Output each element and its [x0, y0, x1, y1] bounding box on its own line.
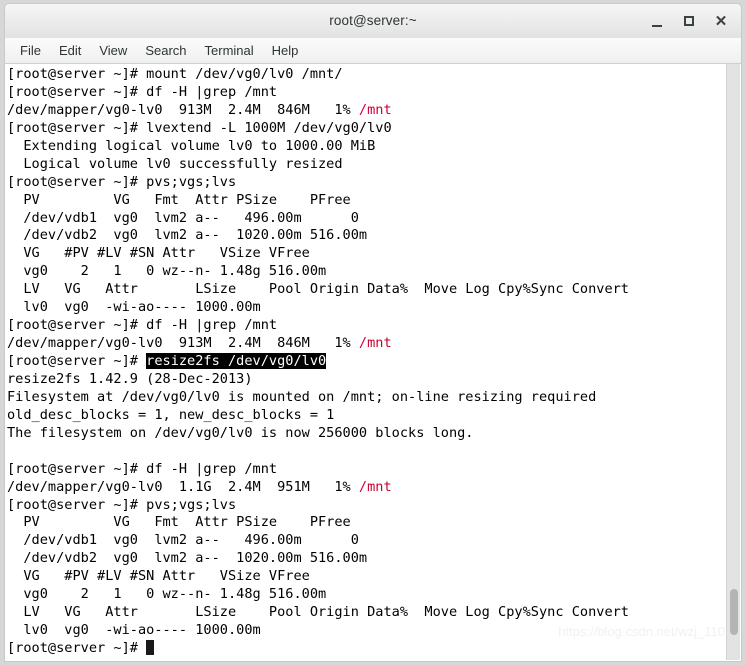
terminal-output-line: resize2fs 1.42.9 (28-Dec-2013)	[7, 370, 253, 387]
mount-point-highlight: /mnt	[358, 101, 392, 118]
terminal-output-line: VG #PV #LV #SN Attr VSize VFree	[7, 245, 310, 262]
text-cursor	[146, 640, 155, 655]
menu-item-search[interactable]: Search	[136, 41, 195, 60]
terminal-command-line: [root@server ~]# df -H |grep /mnt	[7, 317, 278, 334]
terminal-output-line: Filesystem at /dev/vg0/lv0 is mounted on…	[7, 388, 597, 405]
menu-item-help[interactable]: Help	[263, 41, 308, 60]
terminal-command-line: [root@server ~]# mount /dev/vg0/lv0 /mnt…	[7, 66, 343, 82]
menu-item-file[interactable]: File	[11, 41, 50, 60]
terminal-output-line: Extending logical volume lv0 to 1000.00 …	[7, 137, 376, 154]
menu-item-edit[interactable]: Edit	[50, 41, 90, 60]
menu-bar: File Edit View Search Terminal Help	[4, 38, 742, 64]
terminal-active-prompt: [root@server ~]#	[7, 640, 727, 658]
terminal-screen[interactable]: [root@server ~]# mount /dev/vg0/lv0 /mnt…	[5, 64, 727, 661]
terminal-command-line: [root@server ~]# pvs;vgs;lvs	[7, 173, 237, 190]
terminal-output-line: PV VG Fmt Attr PSize PFree	[7, 191, 351, 208]
maximize-icon[interactable]	[681, 14, 697, 30]
terminal-output-line: /dev/mapper/vg0-lv0 913M 2.4M 846M 1% /m…	[7, 101, 392, 118]
terminal-output-line: PV VG Fmt Attr PSize PFree	[7, 514, 351, 531]
mount-point-highlight: /mnt	[358, 478, 392, 495]
terminal-command-line: [root@server ~]# lvextend -L 1000M /dev/…	[7, 119, 392, 136]
close-glyph: ✕	[714, 13, 728, 30]
terminal-output-line: The filesystem on /dev/vg0/lv0 is now 25…	[7, 424, 474, 441]
terminal-output-line: /dev/vdb1 vg0 lvm2 a-- 496.00m 0	[7, 209, 359, 226]
terminal-output-line: /dev/vdb2 vg0 lvm2 a-- 1020.00m 516.00m	[7, 227, 368, 244]
terminal-output-line: old_desc_blocks = 1, new_desc_blocks = 1	[7, 406, 335, 423]
title-bar: root@server:~ ✕	[4, 3, 742, 38]
minimize-glyph	[652, 25, 662, 27]
minimize-icon[interactable]	[649, 14, 665, 30]
terminal-output-line: lv0 vg0 -wi-ao---- 1000.00m	[7, 299, 261, 316]
terminal-output-line: LV VG Attr LSize Pool Origin Data% Move …	[7, 281, 629, 298]
close-icon[interactable]: ✕	[713, 14, 729, 30]
menu-item-terminal[interactable]: Terminal	[196, 41, 263, 60]
window-title: root@server:~	[329, 13, 417, 28]
terminal-output-line: Logical volume lv0 successfully resized	[7, 155, 343, 172]
mount-point-highlight: /mnt	[358, 335, 392, 352]
maximize-glyph	[684, 16, 694, 26]
terminal-output-line: VG #PV #LV #SN Attr VSize VFree	[7, 568, 310, 585]
terminal-command-line: [root@server ~]# pvs;vgs;lvs	[7, 496, 237, 513]
terminal-output-line: vg0 2 1 0 wz--n- 1.48g 516.00m	[7, 263, 327, 280]
terminal-body[interactable]: [root@server ~]# mount /dev/vg0/lv0 /mnt…	[4, 64, 742, 662]
selected-text: resize2fs /dev/vg0/lv0	[146, 353, 327, 369]
scrollbar-thumb[interactable]	[730, 589, 738, 635]
terminal-output-line: /dev/mapper/vg0-lv0 913M 2.4M 846M 1% /m…	[7, 335, 392, 352]
terminal-window: root@server:~ ✕ File Edit View Search Te…	[0, 0, 746, 665]
terminal-output-line: vg0 2 1 0 wz--n- 1.48g 516.00m	[7, 586, 327, 603]
terminal-output-line: /dev/vdb1 vg0 lvm2 a-- 496.00m 0	[7, 532, 359, 549]
terminal-output-line: /dev/vdb2 vg0 lvm2 a-- 1020.00m 516.00m	[7, 550, 368, 567]
terminal-output-line: LV VG Attr LSize Pool Origin Data% Move …	[7, 604, 629, 621]
menu-item-view[interactable]: View	[90, 41, 136, 60]
terminal-command-line-selected: [root@server ~]# resize2fs /dev/vg0/lv0	[7, 353, 327, 369]
terminal-command-line: [root@server ~]# df -H |grep /mnt	[7, 83, 278, 100]
vertical-scrollbar[interactable]	[726, 64, 740, 660]
terminal-command-line: [root@server ~]# df -H |grep /mnt	[7, 460, 278, 477]
terminal-output-line: /dev/mapper/vg0-lv0 1.1G 2.4M 951M 1% /m…	[7, 478, 392, 495]
terminal-output-line: lv0 vg0 -wi-ao---- 1000.00m	[7, 622, 261, 639]
